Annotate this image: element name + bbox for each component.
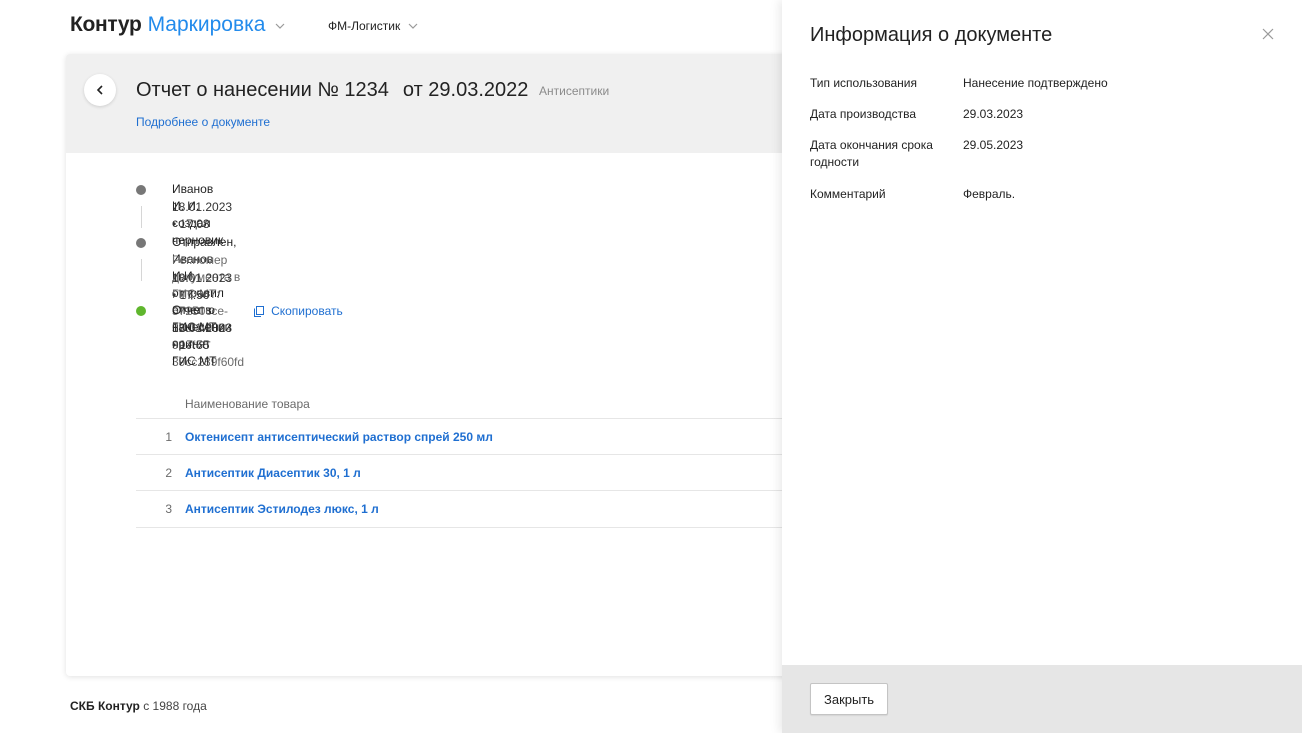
info-value: 29.03.2023	[963, 107, 1024, 121]
timeline-event-time: 18.01.2023 • 17:55	[172, 321, 233, 352]
column-header-product-name: Наименование товара	[185, 397, 310, 411]
product-link[interactable]: Антисептик Диасептик 30, 1 л	[185, 465, 361, 481]
product-link[interactable]: Антисептик Эстилодез люкс, 1 л	[185, 501, 379, 517]
close-button[interactable]: Закрыть	[810, 683, 889, 715]
timeline-dot	[136, 185, 146, 195]
timeline-connector	[141, 206, 142, 228]
panel-title: Информация о документе	[810, 24, 1053, 46]
chevron-left-icon	[96, 85, 103, 95]
footer-since: с 1988 года	[139, 699, 207, 713]
back-button[interactable]	[84, 74, 116, 106]
document-details-link[interactable]: Подробнее о документе	[136, 114, 270, 130]
panel-close-button[interactable]	[1260, 26, 1276, 42]
product-switcher[interactable]: Контур Маркировка	[70, 12, 285, 38]
info-value: 29.05.2023	[963, 138, 1024, 152]
page-title: Отчет о нанесении № 1234 от 29.03.2022	[136, 77, 528, 103]
brand-logo: Контур	[70, 13, 142, 36]
document-info-panel: Информация о документе Тип использования…	[782, 0, 1302, 733]
product-name: Маркировка	[147, 13, 266, 36]
timeline-event-time: 18.01.2023 • 17:08	[172, 200, 233, 231]
timeline-event-time: 18.01.2023 • 17:50	[172, 271, 233, 302]
document-category: Антисептики	[539, 84, 610, 98]
copy-icon	[254, 306, 265, 317]
row-number: 3	[165, 502, 172, 516]
document-title: Отчет о нанесении № 1234	[136, 79, 389, 101]
info-value: Нанесение подтверждено	[963, 76, 1108, 90]
copy-button[interactable]: Скопировать	[254, 303, 343, 320]
page-footer: СКБ Контур с 1988 года	[70, 698, 207, 714]
document-date: от 29.03.2022	[402, 79, 529, 101]
timeline-connector	[141, 259, 142, 281]
table-row: 2 Антисептик Диасептик 30, 1 л	[136, 454, 826, 491]
close-icon	[1262, 28, 1274, 40]
timeline-dot	[136, 238, 146, 248]
organization-name: ФМ-Логистик	[328, 19, 401, 33]
table-row: 3 Антисептик Эстилодез люкс, 1 л	[136, 490, 826, 528]
document-header: Отчет о нанесении № 1234 от 29.03.2022 Ан…	[66, 54, 826, 153]
info-label: Комментарий	[810, 187, 886, 201]
row-number: 1	[165, 430, 172, 444]
info-label: Дата производства	[810, 107, 917, 121]
table-row: 1 Октенисепт антисептический раствор спр…	[136, 418, 826, 455]
footer-company: СКБ Контур	[70, 699, 140, 713]
panel-footer: Закрыть	[782, 665, 1302, 733]
document-card: Отчет о нанесении № 1234 от 29.03.2022 Ан…	[66, 54, 826, 676]
timeline-dot-success	[136, 306, 146, 316]
copy-button-label: Скопировать	[271, 304, 343, 318]
info-value: Февраль.	[963, 187, 1016, 201]
organization-switcher[interactable]: ФМ-Логистик	[328, 18, 418, 34]
info-label: Дата окончания срока годности	[810, 138, 933, 169]
row-number: 2	[165, 466, 172, 480]
info-label: Тип использования	[810, 76, 917, 90]
chevron-down-icon	[408, 23, 418, 29]
chevron-down-icon	[276, 23, 285, 29]
product-link[interactable]: Октенисепт антисептический раствор спрей…	[185, 429, 493, 445]
